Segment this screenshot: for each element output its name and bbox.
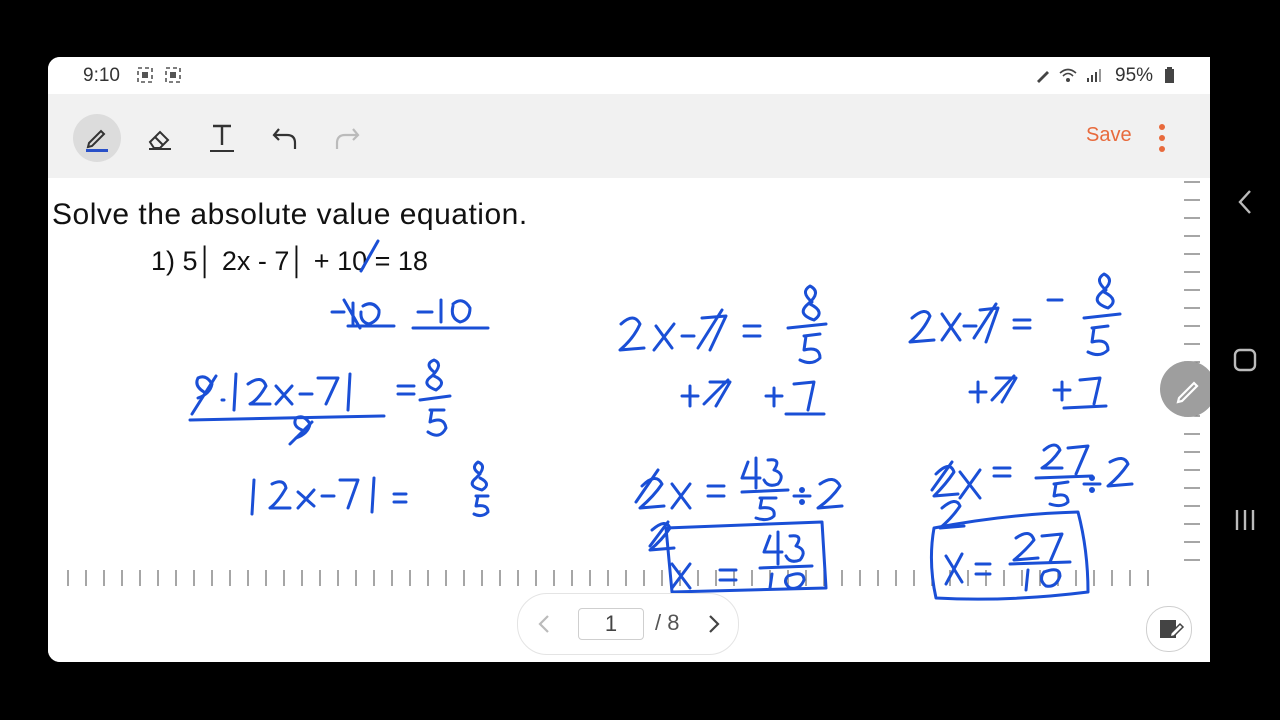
wifi-icon bbox=[1059, 68, 1077, 82]
undo-button[interactable] bbox=[261, 114, 309, 162]
ink-strokes bbox=[188, 239, 1134, 601]
eraser-icon bbox=[148, 130, 171, 150]
redo-icon bbox=[335, 128, 360, 149]
prev-page-icon[interactable] bbox=[536, 614, 552, 634]
status-time: 9:10 bbox=[83, 65, 120, 86]
back-icon[interactable] bbox=[1232, 187, 1258, 217]
pen-tool-button[interactable] bbox=[73, 114, 121, 162]
pen-icon bbox=[86, 129, 108, 152]
save-button[interactable]: Save bbox=[1086, 124, 1132, 147]
page-total: / 8 bbox=[655, 610, 680, 635]
signal-icon bbox=[1087, 69, 1101, 82]
floating-pen-button[interactable] bbox=[1160, 361, 1210, 417]
home-icon[interactable] bbox=[1232, 347, 1258, 373]
battery-icon bbox=[1165, 67, 1174, 83]
page-number-input[interactable]: 1 bbox=[578, 608, 644, 640]
app-screen: 9:10 95% Save Solve the absolute value e… bbox=[48, 57, 1210, 662]
system-nav-bar bbox=[1210, 57, 1280, 662]
more-icon[interactable] bbox=[1152, 122, 1172, 154]
ruler-bottom bbox=[67, 570, 1149, 586]
handwriting-layer bbox=[67, 181, 1200, 601]
eraser-tool-button[interactable] bbox=[136, 114, 184, 162]
recents-icon[interactable] bbox=[1232, 507, 1258, 533]
status-bar: 9:10 95% bbox=[48, 57, 1210, 94]
undo-icon bbox=[272, 128, 297, 149]
pen-icon bbox=[1176, 381, 1199, 404]
screenshot-icon bbox=[137, 67, 153, 83]
battery-percent: 95% bbox=[1115, 65, 1154, 86]
next-page-icon[interactable] bbox=[706, 614, 722, 634]
redo-button[interactable] bbox=[323, 114, 371, 162]
pen-status-icon bbox=[1037, 71, 1049, 83]
page-navigator: 1 / 8 bbox=[517, 593, 739, 655]
edit-pdf-button[interactable] bbox=[1146, 606, 1192, 652]
text-icon bbox=[210, 124, 234, 152]
edit-icon bbox=[1160, 620, 1185, 639]
text-tool-button[interactable] bbox=[198, 114, 246, 162]
document-canvas[interactable]: Solve the absolute value equation. 1) 5│… bbox=[48, 178, 1210, 662]
screenshot-icon-2 bbox=[165, 67, 181, 83]
annotation-toolbar: Save bbox=[48, 94, 1210, 178]
